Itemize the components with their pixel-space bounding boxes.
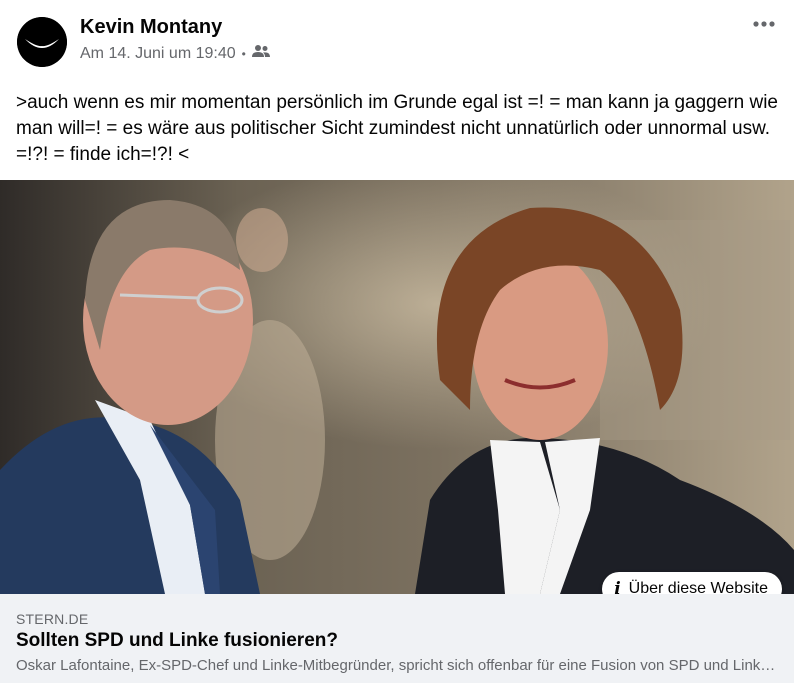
more-options-icon[interactable] — [752, 14, 776, 34]
post-text: >auch wenn es mir momentan persönlich im… — [16, 92, 778, 165]
post-meta: Am 14. Juni um 19:40 • — [80, 44, 270, 63]
friends-icon[interactable] — [251, 44, 270, 63]
link-meta[interactable]: STERN.DE Sollten SPD und Linke fusionier… — [0, 594, 794, 683]
post-timestamp[interactable]: Am 14. Juni um 19:40 — [80, 45, 236, 63]
info-icon: i — [614, 579, 621, 594]
meta-separator: • — [241, 46, 246, 61]
link-headline[interactable]: Sollten SPD und Linke fusionieren? — [16, 630, 338, 652]
avatar[interactable] — [17, 17, 67, 67]
photo-illustration — [0, 180, 794, 594]
avatar-logo-icon — [17, 17, 67, 67]
post-header: Kevin Montany Am 14. Juni um 19:40 • — [0, 0, 794, 78]
link-domain: STERN.DE — [16, 611, 89, 627]
link-preview-card[interactable]: i Über diese Website STERN.DE Sollten SP… — [0, 180, 794, 683]
link-preview-image[interactable]: i Über diese Website — [0, 180, 794, 594]
link-description: Oskar Lafontaine, Ex-SPD-Chef und Linke-… — [16, 657, 778, 674]
about-website-button[interactable]: i Über diese Website — [602, 572, 782, 594]
author-name[interactable]: Kevin Montany — [80, 16, 222, 39]
about-website-label: Über diese Website — [628, 580, 768, 594]
